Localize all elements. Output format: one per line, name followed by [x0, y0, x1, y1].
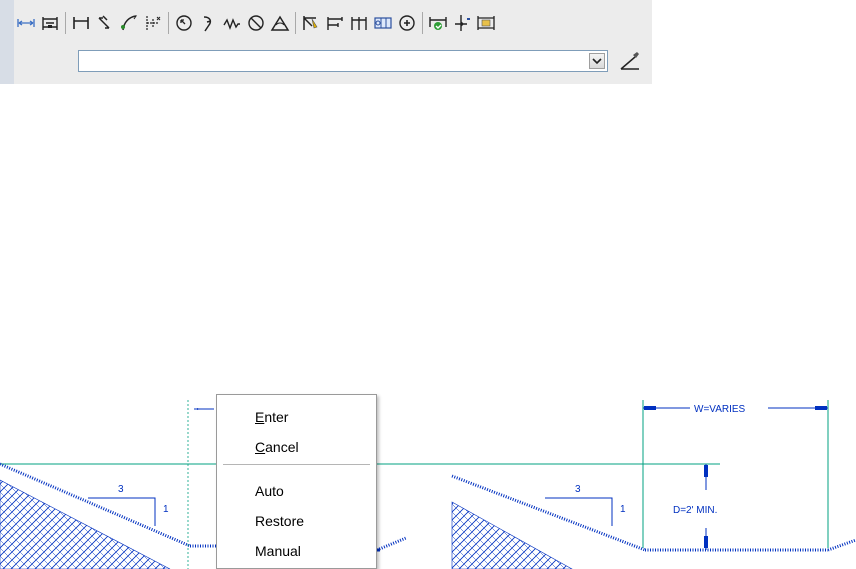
- arc-length-icon[interactable]: [70, 12, 92, 34]
- right-slope-rise-label: 1: [620, 504, 626, 515]
- menu-item-enter-label: nter: [264, 409, 289, 425]
- menu-item-cancel[interactable]: Cancel: [255, 435, 299, 459]
- diameter-dimension-icon[interactable]: [173, 12, 195, 34]
- aligned-dimension-icon[interactable]: [39, 12, 61, 34]
- menu-item-cancel-label: ancel: [265, 439, 299, 455]
- menu-item-auto[interactable]: Auto: [255, 479, 284, 503]
- no-dimension-icon[interactable]: [245, 12, 267, 34]
- channel-section-drawing: 3 1 3 1 W=VARIES D=2' MIN.: [0, 400, 856, 569]
- dimension-style-dropdown[interactable]: [78, 50, 608, 72]
- toolbar-separator: [422, 12, 423, 34]
- left-slope-run-label: 3: [118, 484, 124, 495]
- jogged-dimension-icon[interactable]: [197, 12, 219, 34]
- menu-divider: [223, 464, 370, 465]
- toolbar-grip[interactable]: [0, 0, 14, 84]
- radius-dimension-icon[interactable]: [118, 12, 140, 34]
- jogged-linear-icon[interactable]: [451, 12, 473, 34]
- ordinate-points-icon[interactable]: [142, 12, 164, 34]
- cad-drawing-area[interactable]: 3 1 3 1 W=VARIES D=2' MIN.: [0, 380, 856, 569]
- right-slope-run-label: 3: [575, 484, 581, 495]
- menu-item-enter-mnemonic: E: [255, 409, 265, 425]
- chevron-down-icon[interactable]: [589, 53, 605, 69]
- right-channel-section: [451, 400, 856, 569]
- menu-item-enter[interactable]: Enter: [255, 405, 288, 429]
- menu-item-restore[interactable]: Restore: [255, 509, 304, 533]
- dimension-update-icon[interactable]: [475, 12, 497, 34]
- dimension-style-icon: [620, 52, 639, 70]
- inspection-icon[interactable]: [427, 12, 449, 34]
- menu-item-manual[interactable]: Manual: [255, 539, 301, 563]
- menu-item-cancel-mnemonic: C: [255, 439, 266, 455]
- toolbar-separator: [65, 12, 66, 34]
- quick-dimension-icon[interactable]: [300, 12, 322, 34]
- dimension-style-button[interactable]: [618, 50, 644, 72]
- center-mark-icon[interactable]: [396, 12, 418, 34]
- depth-dimension-label: D=2' MIN.: [673, 505, 717, 516]
- left-slope-rise-label: 1: [163, 504, 169, 515]
- dimension-toolbar: [0, 0, 652, 84]
- toolbar-row: [14, 10, 498, 36]
- continue-dimension-icon[interactable]: [348, 12, 370, 34]
- baseline-dimension-icon[interactable]: [324, 12, 346, 34]
- context-menu: Enter Cancel Auto Restore Manual: [216, 394, 377, 569]
- tolerance-icon[interactable]: [372, 12, 394, 34]
- toolbar-separator: [168, 12, 169, 34]
- angular-dimension-icon[interactable]: [269, 12, 291, 34]
- ordinate-dimension-icon[interactable]: [94, 12, 116, 34]
- break-dimension-icon[interactable]: [221, 12, 243, 34]
- toolbar-separator: [295, 12, 296, 34]
- linear-dimension-icon[interactable]: [15, 12, 37, 34]
- width-dimension-label: W=VARIES: [694, 404, 746, 415]
